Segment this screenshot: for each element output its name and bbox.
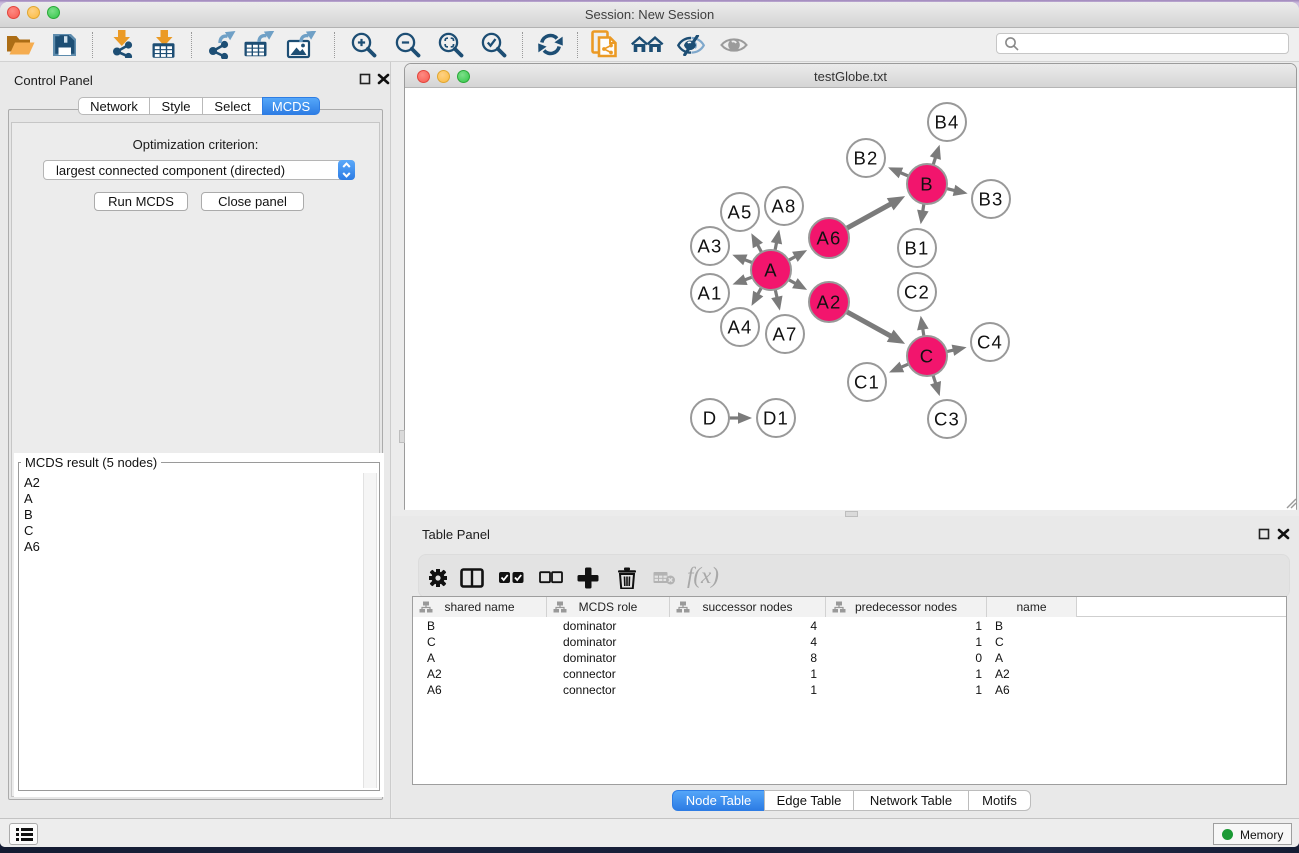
svg-text:A7: A7: [772, 324, 797, 345]
svg-text:A8: A8: [771, 196, 796, 217]
svg-text:A1: A1: [697, 283, 722, 304]
svg-text:A5: A5: [727, 202, 752, 223]
svg-text:A4: A4: [727, 317, 752, 338]
svg-text:D: D: [703, 408, 718, 429]
svg-text:C: C: [920, 346, 935, 367]
svg-text:C2: C2: [904, 282, 930, 303]
svg-text:A3: A3: [697, 236, 722, 257]
svg-text:B4: B4: [934, 112, 959, 133]
svg-text:B2: B2: [853, 148, 878, 169]
svg-text:A6: A6: [816, 228, 841, 249]
svg-text:C4: C4: [977, 332, 1003, 353]
svg-text:C1: C1: [854, 372, 880, 393]
svg-text:D1: D1: [763, 408, 789, 429]
svg-text:B1: B1: [904, 238, 929, 259]
svg-text:A: A: [764, 260, 778, 281]
svg-text:A2: A2: [816, 292, 841, 313]
svg-text:B3: B3: [978, 189, 1003, 210]
svg-text:B: B: [920, 174, 934, 195]
svg-text:C3: C3: [934, 409, 960, 430]
